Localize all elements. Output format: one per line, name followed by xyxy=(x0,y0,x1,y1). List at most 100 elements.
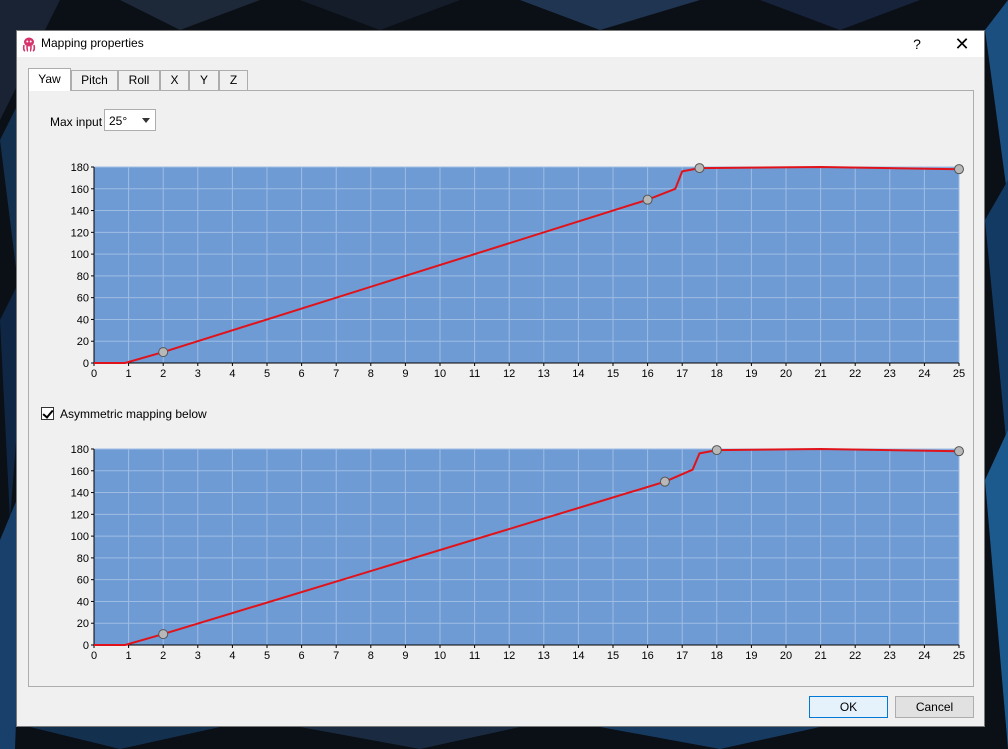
y-tick-label: 100 xyxy=(71,249,89,261)
x-tick-label: 22 xyxy=(849,650,861,662)
x-tick-label: 8 xyxy=(368,650,374,662)
y-tick-label: 100 xyxy=(71,531,89,543)
tab-roll[interactable]: Roll xyxy=(118,70,160,90)
mapping-chart-asymmetric[interactable]: 0 1 2 3 4 5 6 7 8 9 10 11 12 13 14 15 16 17 18 19 20 21 22 23 24… xyxy=(54,443,965,663)
mapping-properties-dialog: Mapping properties ? ✕ Yaw Pitch Roll X … xyxy=(16,30,985,727)
x-tick-label: 4 xyxy=(229,368,235,380)
x-tick-label: 15 xyxy=(607,650,619,662)
x-tick-label: 25 xyxy=(953,650,965,662)
x-tick-label: 19 xyxy=(745,368,757,380)
x-tick-label: 5 xyxy=(264,650,270,662)
tab-x[interactable]: X xyxy=(160,70,189,90)
x-tick-label: 4 xyxy=(229,650,235,662)
x-tick-label: 17 xyxy=(676,368,688,380)
y-tick-label: 40 xyxy=(77,314,89,326)
x-tick-label: 17 xyxy=(676,650,688,662)
x-tick-label: 15 xyxy=(607,368,619,380)
x-tick-label: 16 xyxy=(641,650,653,662)
close-button[interactable]: ✕ xyxy=(942,31,982,57)
x-tick-label: 11 xyxy=(469,368,480,380)
x-tick-label: 21 xyxy=(814,650,826,662)
x-tick-label: 19 xyxy=(745,650,757,662)
x-tick-label: 10 xyxy=(434,368,446,380)
y-tick-label: 120 xyxy=(71,227,89,239)
x-tick-label: 7 xyxy=(333,368,339,380)
x-tick-label: 14 xyxy=(572,650,584,662)
asymmetric-mapping-label: Asymmetric mapping below xyxy=(60,407,207,421)
x-tick-label: 20 xyxy=(780,368,792,380)
max-input-value: 25° xyxy=(109,114,128,128)
control-point-handle[interactable] xyxy=(711,445,722,456)
x-tick-label: 2 xyxy=(160,368,166,380)
x-tick-label: 23 xyxy=(884,650,896,662)
tab-yaw[interactable]: Yaw xyxy=(28,68,71,91)
y-tick-label: 60 xyxy=(77,575,89,587)
y-tick-label: 160 xyxy=(71,466,89,478)
x-tick-label: 7 xyxy=(333,650,339,662)
cancel-button[interactable]: Cancel xyxy=(895,696,974,718)
control-point-handle[interactable] xyxy=(158,629,169,640)
control-point-handle[interactable] xyxy=(694,163,705,174)
x-tick-label: 23 xyxy=(884,368,896,380)
y-tick-label: 20 xyxy=(77,618,89,630)
tab-z[interactable]: Z xyxy=(219,70,248,90)
window-title: Mapping properties xyxy=(41,36,144,50)
x-tick-label: 16 xyxy=(641,368,653,380)
y-tick-label: 0 xyxy=(83,358,89,370)
x-tick-label: 3 xyxy=(195,650,201,662)
chevron-down-icon xyxy=(142,118,150,123)
x-tick-label: 8 xyxy=(368,368,374,380)
help-button[interactable]: ? xyxy=(897,31,937,57)
tab-y[interactable]: Y xyxy=(189,70,219,90)
y-tick-label: 40 xyxy=(77,596,89,608)
y-tick-label: 20 xyxy=(77,336,89,348)
x-tick-label: 24 xyxy=(918,650,930,662)
x-tick-label: 18 xyxy=(711,650,723,662)
asymmetric-mapping-checkbox[interactable] xyxy=(41,407,54,420)
control-point-handle[interactable] xyxy=(158,347,169,358)
x-tick-label: 2 xyxy=(160,650,166,662)
x-tick-label: 21 xyxy=(814,368,826,380)
x-tick-label: 10 xyxy=(434,650,446,662)
x-tick-label: 9 xyxy=(402,368,408,380)
x-tick-label: 24 xyxy=(918,368,930,380)
x-tick-label: 1 xyxy=(126,368,132,380)
max-input-label: Max input xyxy=(50,115,103,129)
y-tick-label: 180 xyxy=(71,444,89,456)
x-tick-label: 0 xyxy=(91,368,97,380)
x-tick-label: 6 xyxy=(299,368,305,380)
x-tick-label: 20 xyxy=(780,650,792,662)
y-tick-label: 80 xyxy=(77,271,89,283)
x-tick-label: 13 xyxy=(538,368,550,380)
title-bar: Mapping properties ? ✕ xyxy=(17,31,984,57)
max-input-dropdown[interactable]: 25° xyxy=(104,109,156,131)
mapping-chart-main[interactable]: 0 1 2 3 4 5 6 7 8 9 10 11 12 13 14 15 16 17 18 19 20 21 22 23 24… xyxy=(54,161,965,381)
x-tick-label: 3 xyxy=(195,368,201,380)
ok-button[interactable]: OK xyxy=(809,696,888,718)
y-tick-label: 140 xyxy=(71,488,89,500)
x-tick-label: 13 xyxy=(538,650,550,662)
x-tick-label: 9 xyxy=(402,650,408,662)
x-tick-label: 0 xyxy=(91,650,97,662)
yaw-tab-panel: Max input 25° 0 1 2 3 4 5 6 7 8 9 10 11 12 13 14 15 16 17… xyxy=(28,90,974,687)
y-tick-label: 60 xyxy=(77,293,89,305)
tab-pitch[interactable]: Pitch xyxy=(71,70,118,90)
y-tick-label: 0 xyxy=(83,640,89,652)
y-tick-label: 120 xyxy=(71,509,89,521)
x-tick-label: 6 xyxy=(299,650,305,662)
y-tick-label: 160 xyxy=(71,184,89,196)
x-tick-label: 18 xyxy=(711,368,723,380)
x-tick-label: 14 xyxy=(572,368,584,380)
control-point-handle[interactable] xyxy=(642,194,653,205)
x-tick-label: 5 xyxy=(264,368,270,380)
y-tick-label: 80 xyxy=(77,553,89,565)
control-point-handle[interactable] xyxy=(954,446,964,457)
y-tick-label: 140 xyxy=(71,206,89,218)
x-tick-label: 1 xyxy=(126,650,132,662)
x-tick-label: 11 xyxy=(469,650,480,662)
y-tick-label: 180 xyxy=(71,162,89,174)
x-tick-label: 25 xyxy=(953,368,965,380)
control-point-handle[interactable] xyxy=(954,164,964,175)
control-point-handle[interactable] xyxy=(659,476,670,487)
x-tick-label: 12 xyxy=(503,650,515,662)
